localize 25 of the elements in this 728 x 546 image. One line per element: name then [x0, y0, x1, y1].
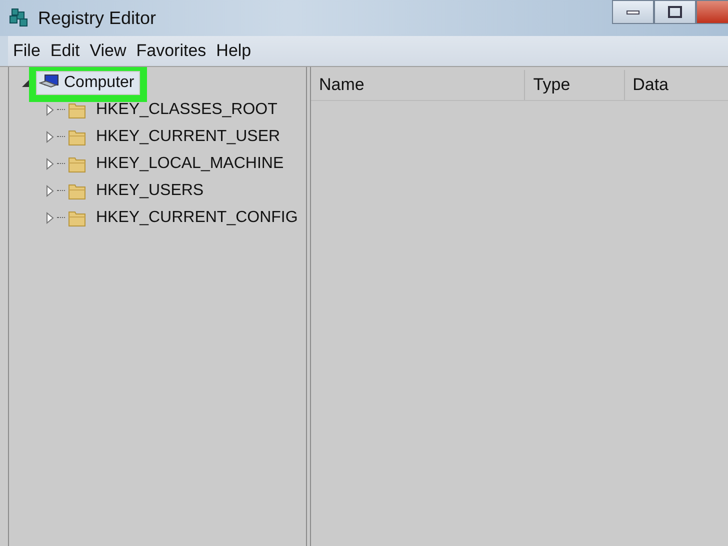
menu-item[interactable]: Help — [211, 41, 256, 61]
tree-item[interactable]: HKEY_CURRENT_USER — [93, 126, 284, 146]
minimize-button[interactable] — [612, 0, 654, 24]
expand-arrow-icon[interactable] — [45, 104, 55, 116]
tree-item[interactable]: HKEY_CURRENT_CONFIG — [93, 208, 301, 228]
expand-arrow-icon[interactable] — [45, 212, 55, 224]
menu-item[interactable]: View — [84, 41, 132, 61]
menu-item[interactable]: Favorites — [131, 41, 212, 61]
column-header[interactable]: Data — [624, 70, 728, 100]
tree-item[interactable]: HKEY_CLASSES_ROOT — [93, 100, 280, 120]
maximize-button[interactable] — [654, 0, 696, 24]
maximize-icon — [667, 5, 683, 19]
tree-item[interactable]: HKEY_USERS — [93, 180, 207, 200]
minimize-icon — [626, 9, 640, 15]
column-header[interactable]: Type — [525, 70, 625, 100]
menu-item[interactable]: Edit — [45, 41, 85, 61]
expand-arrow-icon[interactable] — [45, 130, 55, 142]
menu-item[interactable]: File — [8, 41, 46, 61]
tree-item[interactable]: Computer — [61, 72, 138, 92]
expand-arrow-icon[interactable] — [45, 158, 55, 170]
expand-arrow-icon[interactable] — [45, 184, 55, 196]
app-icon — [8, 7, 30, 29]
tree-item[interactable]: HKEY_LOCAL_MACHINE — [93, 154, 287, 174]
window-title: Registry Editor — [38, 8, 156, 28]
column-header[interactable]: Name — [311, 70, 526, 100]
